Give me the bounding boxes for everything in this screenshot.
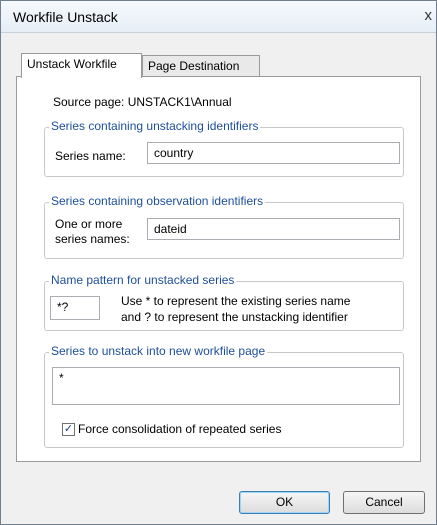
series-name-label: Series name: <box>55 149 126 163</box>
pattern-help-line1: Use * to represent the existing series n… <box>121 294 351 308</box>
close-icon[interactable]: x <box>425 7 433 24</box>
pattern-help-line2: and ? to represent the unstacking identi… <box>121 310 348 324</box>
group-legend: Series containing unstacking identifiers <box>49 119 261 133</box>
title-bar[interactable]: Workfile Unstack x <box>1 1 436 33</box>
source-page-label: Source page: UNSTACK1\Annual <box>53 95 232 109</box>
group-legend: Series to unstack into new workfile page <box>49 344 268 358</box>
window-title: Workfile Unstack <box>13 9 118 25</box>
ok-button[interactable]: OK <box>239 491 330 514</box>
observation-identifiers-group: Series containing observation identifier… <box>44 194 404 259</box>
name-pattern-group: Name pattern for unstacked series *? Use… <box>44 273 404 331</box>
tab-unstack-workfile[interactable]: Unstack Workfile <box>21 53 142 78</box>
force-consolidation-label[interactable]: Force consolidation of repeated series <box>78 422 281 436</box>
force-consolidation-checkbox[interactable]: ✓ <box>62 423 75 436</box>
tab-page-destination[interactable]: Page Destination <box>142 55 260 77</box>
workfile-unstack-dialog: Workfile Unstack x Unstack Workfile Page… <box>0 0 437 525</box>
tab-label: Page Destination <box>148 59 240 73</box>
series-to-unstack-input[interactable]: * <box>52 367 400 405</box>
tab-panel: Source page: UNSTACK1\Annual Series cont… <box>16 76 421 462</box>
cancel-button[interactable]: Cancel <box>343 491 425 514</box>
name-pattern-input[interactable]: *? <box>50 296 100 320</box>
tab-label: Unstack Workfile <box>27 57 117 71</box>
unstacking-identifiers-group: Series containing unstacking identifiers… <box>44 119 404 177</box>
observation-series-input[interactable]: dateid <box>147 218 400 240</box>
series-to-unstack-group: Series to unstack into new workfile page… <box>44 344 404 448</box>
group-legend: Name pattern for unstacked series <box>49 273 237 287</box>
group-legend: Series containing observation identifier… <box>49 194 266 208</box>
series-names-label-line2: series names: <box>55 232 130 246</box>
series-names-label-line1: One or more <box>55 217 123 231</box>
series-name-input[interactable]: country <box>147 142 400 164</box>
checkmark-icon: ✓ <box>63 423 74 435</box>
